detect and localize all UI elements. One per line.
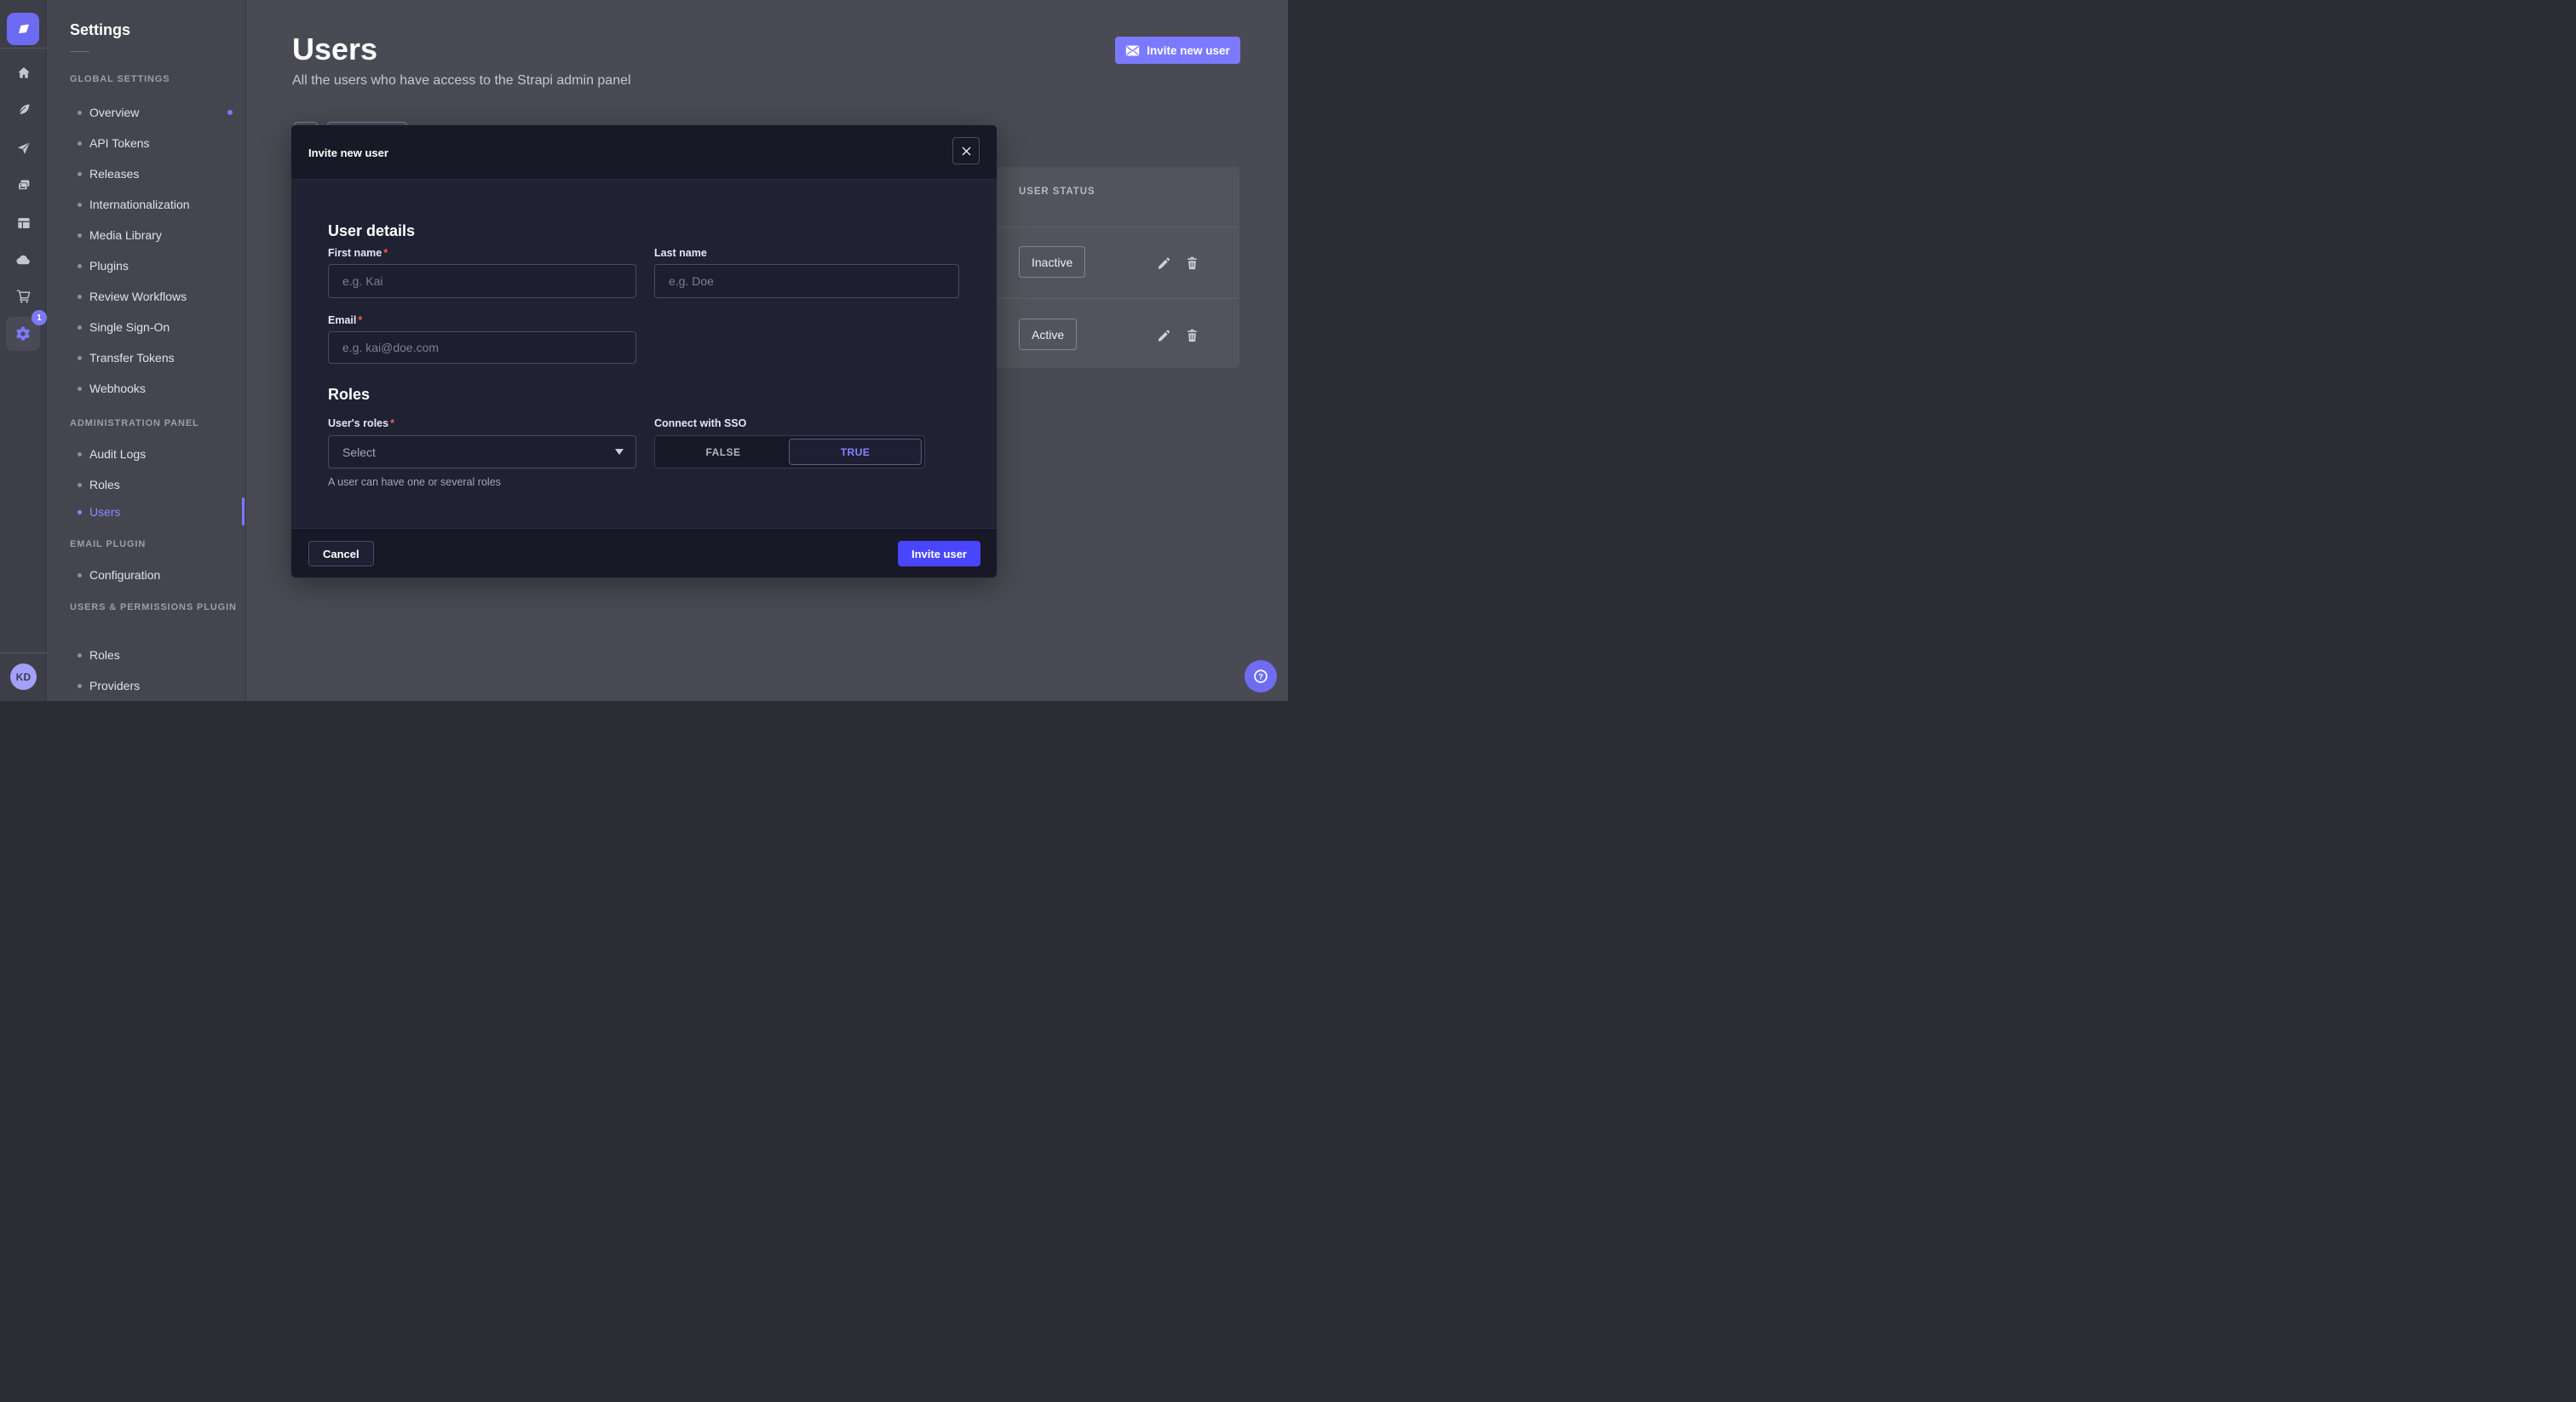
cancel-button[interactable]: Cancel [308,541,374,566]
first-name-field[interactable] [328,264,636,298]
gear-icon [14,325,32,342]
sso-toggle: FALSE TRUE [654,435,925,468]
strapi-logo-icon [14,20,32,37]
sidebar-item-audit-logs[interactable]: Audit Logs [48,445,246,463]
sso-toggle-false[interactable]: FALSE [658,439,789,465]
email-field[interactable] [328,331,636,364]
section-administration-panel: ADMINISTRATION PANEL [70,418,199,428]
modal-header: Invite new user [291,125,997,180]
modal-title: Invite new user [308,147,388,159]
invite-user-submit-button[interactable]: Invite user [898,541,980,566]
pencil-icon [1157,329,1170,342]
chevron-down-icon [615,449,624,455]
cloud-icon [15,252,32,268]
close-icon [962,147,971,156]
settings-notification-badge: 1 [32,310,47,325]
sidebar-item-marketplace[interactable] [0,281,47,312]
sidebar-item-media-library-settings[interactable]: Media Library [48,227,246,244]
page-subtitle: All the users who have access to the Str… [292,73,631,89]
sidebar-item-cloud[interactable] [0,244,47,275]
trash-icon [1186,256,1199,270]
sidebar-item-home[interactable] [0,58,47,89]
invite-new-user-button[interactable]: Invite new user [1115,37,1240,64]
sidebar-item-transfer-tokens[interactable]: Transfer Tokens [48,349,246,366]
pencil-icon [1157,256,1170,270]
rail-divider-bottom [0,652,47,653]
delete-user-button[interactable] [1185,256,1199,270]
bullet [78,111,82,115]
sidebar-item-content-manager[interactable] [0,95,47,125]
sidebar-item-releases-settings[interactable]: Releases [48,165,246,182]
sidebar-item-up-providers[interactable]: Providers [48,677,246,694]
feather-icon [16,102,32,118]
user-avatar[interactable]: KD [10,664,37,690]
user-details-heading: User details [328,222,415,240]
home-icon [16,66,32,81]
envelope-icon [1125,44,1140,57]
trash-icon [1186,329,1199,342]
last-name-field[interactable] [654,264,959,298]
page-title: Users [292,34,377,65]
required-asterisk: * [383,247,388,259]
subnav-scrollbar-thumb[interactable] [242,497,244,526]
delete-user-button[interactable] [1185,329,1199,342]
status-badge: Inactive [1019,246,1085,278]
sidebar-item-settings[interactable]: 1 [6,317,40,351]
sidebar-item-releases[interactable] [0,133,47,164]
first-name-label: First name* [328,247,388,259]
layout-icon [16,215,32,231]
subnav-title-rule [70,51,89,52]
sidebar-item-plugins[interactable]: Plugins [48,257,246,274]
paper-plane-icon [16,141,32,156]
sidebar-item-media-library[interactable] [0,170,47,201]
sidebar-item-overview[interactable]: Overview [48,104,246,121]
sidebar-item-content-type-builder[interactable] [0,208,47,238]
roles-heading: Roles [328,386,370,404]
section-users-permissions-plugin: USERS & PERMISSIONS PLUGIN [70,602,237,612]
last-name-label: Last name [654,247,707,259]
sidebar-item-single-sign-on[interactable]: Single Sign-On [48,319,246,336]
help-button[interactable]: ? [1245,660,1277,692]
users-roles-select[interactable]: Select [328,435,636,468]
sso-toggle-true[interactable]: TRUE [789,439,922,465]
edit-user-button[interactable] [1157,256,1170,270]
status-badge: Active [1019,319,1077,350]
edit-user-button[interactable] [1157,329,1170,342]
users-roles-label: User's roles* [328,417,394,429]
rail-divider [0,48,47,49]
media-library-icon [16,178,32,193]
section-email-plugin: EMAIL PLUGIN [70,539,146,549]
section-global-settings: GLOBAL SETTINGS [70,74,170,84]
workspace-logo[interactable] [7,13,39,45]
sidebar-item-admin-roles[interactable]: Roles [48,476,246,493]
question-mark-icon: ? [1252,668,1269,685]
required-asterisk: * [358,314,362,326]
modal-footer: Cancel Invite user [291,528,997,577]
connect-with-sso-label: Connect with SSO [654,417,746,429]
settings-subnav: Settings GLOBAL SETTINGS Overview API To… [48,0,246,701]
cart-icon [16,289,32,304]
sidebar-item-internationalization[interactable]: Internationalization [48,196,246,213]
email-label: Email* [328,314,362,326]
sidebar-item-email-configuration[interactable]: Configuration [48,566,246,583]
sidebar-item-review-workflows[interactable]: Review Workflows [48,288,246,305]
required-asterisk: * [390,417,394,429]
column-header-user-status: USER STATUS [1019,187,1095,197]
sidebar-item-webhooks[interactable]: Webhooks [48,380,246,397]
overview-notification-dot [227,110,233,115]
close-modal-button[interactable] [952,137,980,164]
invite-new-user-modal: Invite new user User details First name*… [291,125,997,577]
subnav-title: Settings [70,21,130,39]
strapi-admin: 1 KD Settings GLOBAL SETTINGS Overview A… [0,0,1288,701]
svg-text:?: ? [1258,672,1263,681]
users-roles-hint: A user can have one or several roles [328,476,501,488]
icon-rail: 1 KD [0,0,47,701]
sidebar-item-admin-users[interactable]: Users [48,503,246,520]
sidebar-item-api-tokens[interactable]: API Tokens [48,135,246,152]
sidebar-item-up-roles[interactable]: Roles [48,646,246,664]
